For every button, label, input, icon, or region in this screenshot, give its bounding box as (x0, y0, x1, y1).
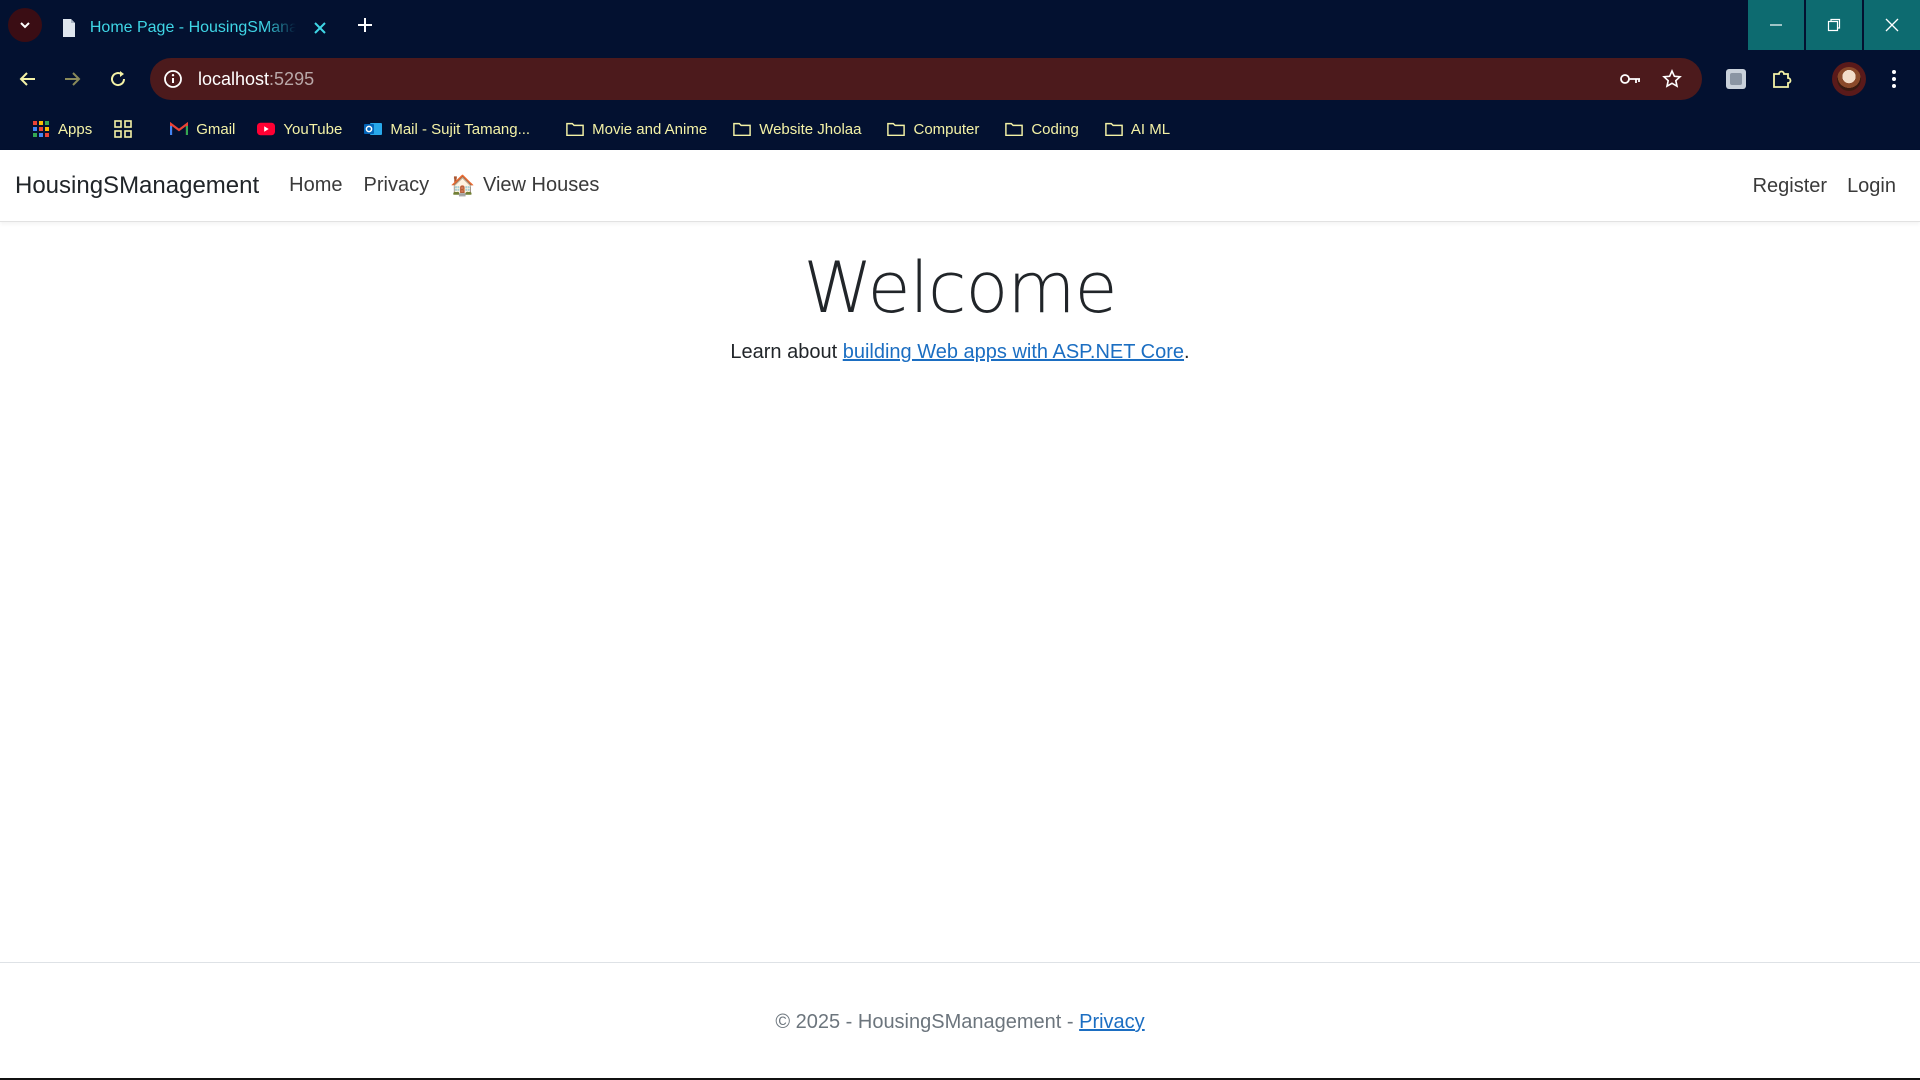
youtube-icon (257, 120, 276, 138)
auth-links: Register Login (1733, 150, 1896, 222)
main-content: Welcome Learn about building Web apps wi… (0, 222, 1920, 364)
register-link[interactable]: Register (1753, 175, 1827, 198)
minimize-button[interactable] (1748, 0, 1804, 50)
folder-icon (887, 120, 906, 138)
bookmark-folder-website-jholaa[interactable]: Website Jholaa (725, 114, 869, 144)
site-footer: © 2025 - HousingSManagement - Privacy (0, 962, 1920, 1078)
bookmarks-bar: Apps Gmail YouTube Mail - Sujit Tamang..… (0, 108, 1920, 150)
profile-avatar[interactable] (1832, 62, 1866, 96)
folder-icon (566, 120, 584, 138)
bookmark-folder-computer[interactable]: Computer (879, 114, 987, 144)
bookmark-folder-movie-and-anime[interactable]: Movie and Anime (558, 114, 715, 144)
extensions-puzzle-icon[interactable] (1766, 63, 1798, 95)
bookmark-folder-coding[interactable]: Coding (997, 114, 1087, 144)
tab-search-button[interactable] (8, 8, 42, 42)
outlook-icon (364, 120, 383, 138)
nav-link-privacy[interactable]: Privacy (364, 174, 430, 197)
new-tab-button[interactable] (352, 12, 378, 38)
nav-link-home[interactable]: Home (289, 174, 342, 197)
house-icon: 🏠 (450, 175, 475, 197)
gmail-icon (170, 120, 189, 138)
apps-grid-icon (32, 120, 50, 138)
footer-text: © 2025 - HousingSManagement - Privacy (0, 1011, 1920, 1034)
bookmark-label: Mail - Sujit Tamang... (390, 120, 531, 138)
login-link[interactable]: Login (1847, 175, 1896, 198)
tab-groups-icon (114, 120, 133, 138)
address-bar[interactable]: localhost:5295 (150, 58, 1702, 100)
extension-icon[interactable] (1720, 63, 1752, 95)
bookmark-label: Computer (913, 120, 980, 138)
back-button[interactable] (12, 63, 44, 95)
bookmark-gmail[interactable]: Gmail (162, 114, 243, 144)
site-info-icon[interactable] (162, 68, 184, 90)
password-key-icon[interactable] (1620, 68, 1642, 90)
aspnet-docs-link[interactable]: building Web apps with ASP.NET Core (843, 341, 1184, 363)
folder-icon (1005, 120, 1024, 138)
restore-icon (1827, 18, 1841, 32)
bookmark-outlook-mail[interactable]: Mail - Sujit Tamang... (356, 114, 538, 144)
nav-link-view-houses[interactable]: 🏠 View Houses (450, 173, 599, 198)
reload-icon (111, 71, 126, 87)
bookmark-apps[interactable]: Apps (24, 114, 100, 144)
site-navbar: HousingSManagement Home Privacy 🏠 View H… (0, 150, 1920, 222)
bookmark-label: Website Jholaa (759, 120, 862, 138)
close-icon (1885, 18, 1899, 32)
bookmark-label: Apps (58, 120, 93, 138)
bookmark-label: YouTube (283, 120, 343, 138)
bookmark-label: Movie and Anime (592, 120, 708, 138)
bookmark-label: AI ML (1130, 120, 1171, 138)
chevron-down-icon (20, 22, 30, 29)
nav-links: Home Privacy 🏠 View Houses (289, 173, 620, 198)
folder-icon (733, 120, 752, 138)
forward-button[interactable] (56, 63, 88, 95)
browser-toolbar: localhost:5295 (0, 50, 1920, 108)
page-favicon-icon (60, 18, 78, 38)
tab-title: Home Page - HousingSManagement (89, 19, 297, 36)
bookmark-label: Coding (1031, 120, 1079, 138)
browser-tab[interactable]: Home Page - HousingSManagement (50, 6, 340, 50)
bookmark-label: Gmail (196, 120, 236, 138)
url-text: localhost:5295 (198, 69, 314, 90)
lead-suffix: . (1184, 341, 1190, 363)
lead-paragraph: Learn about building Web apps with ASP.N… (0, 341, 1920, 364)
url-host: localhost (198, 68, 270, 89)
plus-icon (358, 18, 372, 32)
minimize-icon (1770, 24, 1782, 26)
folder-icon (1105, 120, 1123, 138)
lead-prefix: Learn about (730, 341, 843, 363)
bookmark-youtube[interactable]: YouTube (249, 114, 350, 144)
nav-link-label: View Houses (483, 174, 600, 196)
tab-close-icon[interactable] (310, 18, 330, 38)
bookmark-tab-groups[interactable] (106, 114, 140, 144)
restore-button[interactable] (1806, 0, 1862, 50)
arrow-left-icon (19, 72, 35, 86)
copyright-text: © 2025 - HousingSManagement - (775, 1011, 1080, 1033)
reload-button[interactable] (102, 63, 134, 95)
browser-title-bar: Home Page - HousingSManagement (0, 0, 1920, 50)
footer-privacy-link[interactable]: Privacy (1079, 1011, 1145, 1033)
arrow-right-icon (65, 72, 81, 86)
site-brand-link[interactable]: HousingSManagement (15, 172, 259, 200)
close-window-button[interactable] (1864, 0, 1920, 50)
page-title: Welcome (803, 247, 1117, 329)
bookmark-star-icon[interactable] (1661, 68, 1683, 90)
url-port: :5295 (269, 68, 315, 89)
bookmark-folder-ai-ml[interactable]: AI ML (1097, 114, 1178, 144)
kebab-menu-icon[interactable] (1878, 63, 1910, 95)
